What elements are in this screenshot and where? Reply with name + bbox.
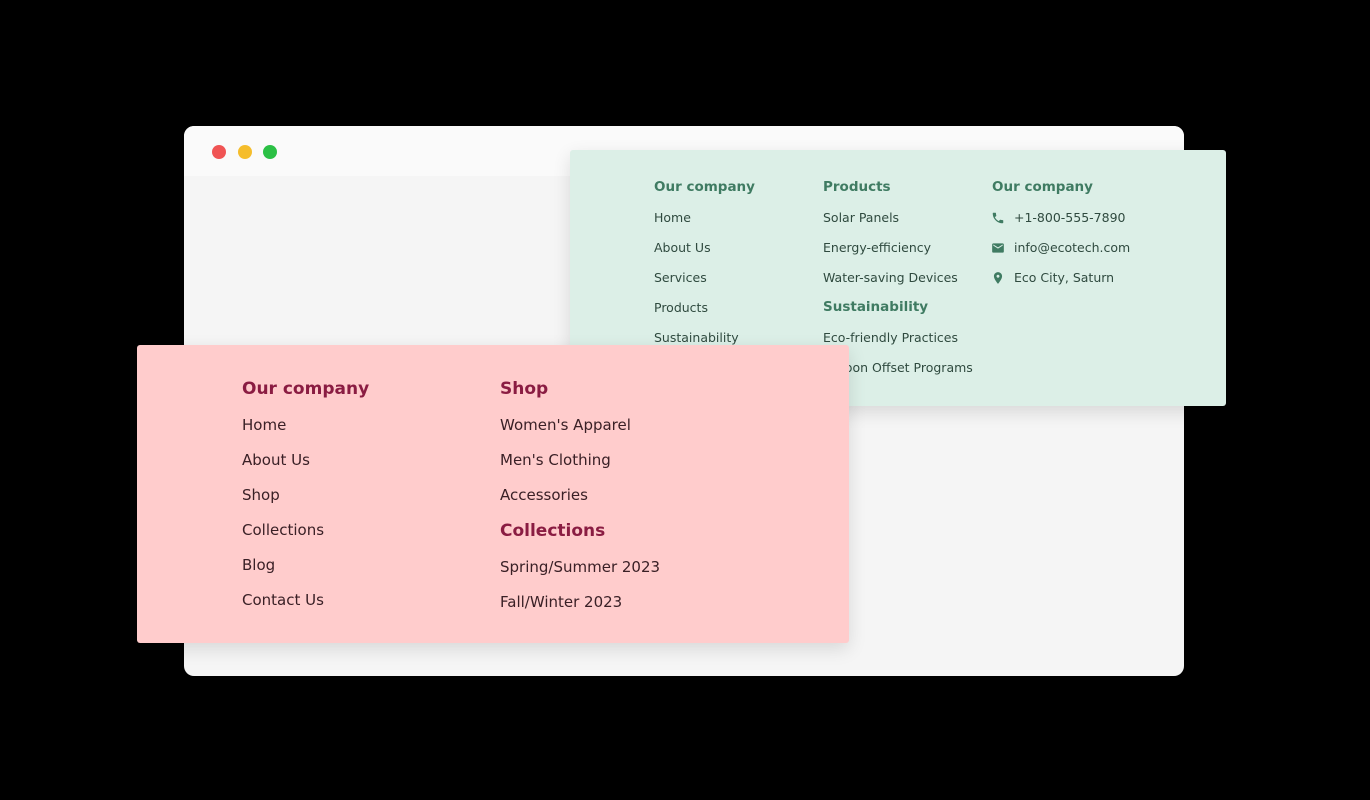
menu-link-mens-clothing[interactable]: Men's Clothing <box>500 451 611 469</box>
menu-link-services[interactable]: Services <box>654 270 707 285</box>
column-heading: Our company <box>654 179 755 195</box>
minimize-window-button[interactable] <box>238 145 252 159</box>
contact-phone-link[interactable]: +1-800-555-7890 <box>1014 210 1126 225</box>
contact-address-link[interactable]: Eco City, Saturn <box>1014 270 1114 285</box>
menu-link-shop[interactable]: Shop <box>242 486 280 504</box>
phone-icon <box>992 212 1004 224</box>
menu-link-womens-apparel[interactable]: Women's Apparel <box>500 416 631 434</box>
column-heading: Our company <box>242 379 370 399</box>
menu-link-spring-summer-2023[interactable]: Spring/Summer 2023 <box>500 558 660 576</box>
menu-link-products[interactable]: Products <box>654 300 708 315</box>
menu-link-sustainability[interactable]: Sustainability <box>654 330 739 345</box>
column-heading: Products <box>823 179 891 195</box>
contact-email-link[interactable]: info@ecotech.com <box>1014 240 1130 255</box>
menu-link-about-us[interactable]: About Us <box>242 451 310 469</box>
column-heading: Shop <box>500 379 549 399</box>
column-subheading: Collections <box>500 521 606 541</box>
mail-icon <box>992 243 1004 253</box>
menu-link-collections[interactable]: Collections <box>242 521 324 539</box>
pink-mega-menu: Our company Home About Us Shop Collectio… <box>137 345 849 643</box>
maximize-window-button[interactable] <box>263 145 277 159</box>
menu-link-about-us[interactable]: About Us <box>654 240 711 255</box>
menu-link-fall-winter-2023[interactable]: Fall/Winter 2023 <box>500 593 622 611</box>
close-window-button[interactable] <box>212 145 226 159</box>
menu-link-energy-efficiency[interactable]: Energy-efficiency <box>823 240 931 255</box>
column-subheading: Sustainability <box>823 299 929 315</box>
menu-link-solar-panels[interactable]: Solar Panels <box>823 210 899 225</box>
menu-link-contact-us[interactable]: Contact Us <box>242 591 324 609</box>
menu-link-water-saving-devices[interactable]: Water-saving Devices <box>823 270 958 285</box>
menu-link-accessories[interactable]: Accessories <box>500 486 588 504</box>
location-pin-icon <box>993 272 1003 284</box>
menu-link-eco-friendly-practices[interactable]: Eco-friendly Practices <box>823 330 958 345</box>
menu-link-home[interactable]: Home <box>654 210 691 225</box>
column-heading: Our company <box>992 179 1093 195</box>
menu-link-home[interactable]: Home <box>242 416 286 434</box>
menu-link-blog[interactable]: Blog <box>242 556 275 574</box>
